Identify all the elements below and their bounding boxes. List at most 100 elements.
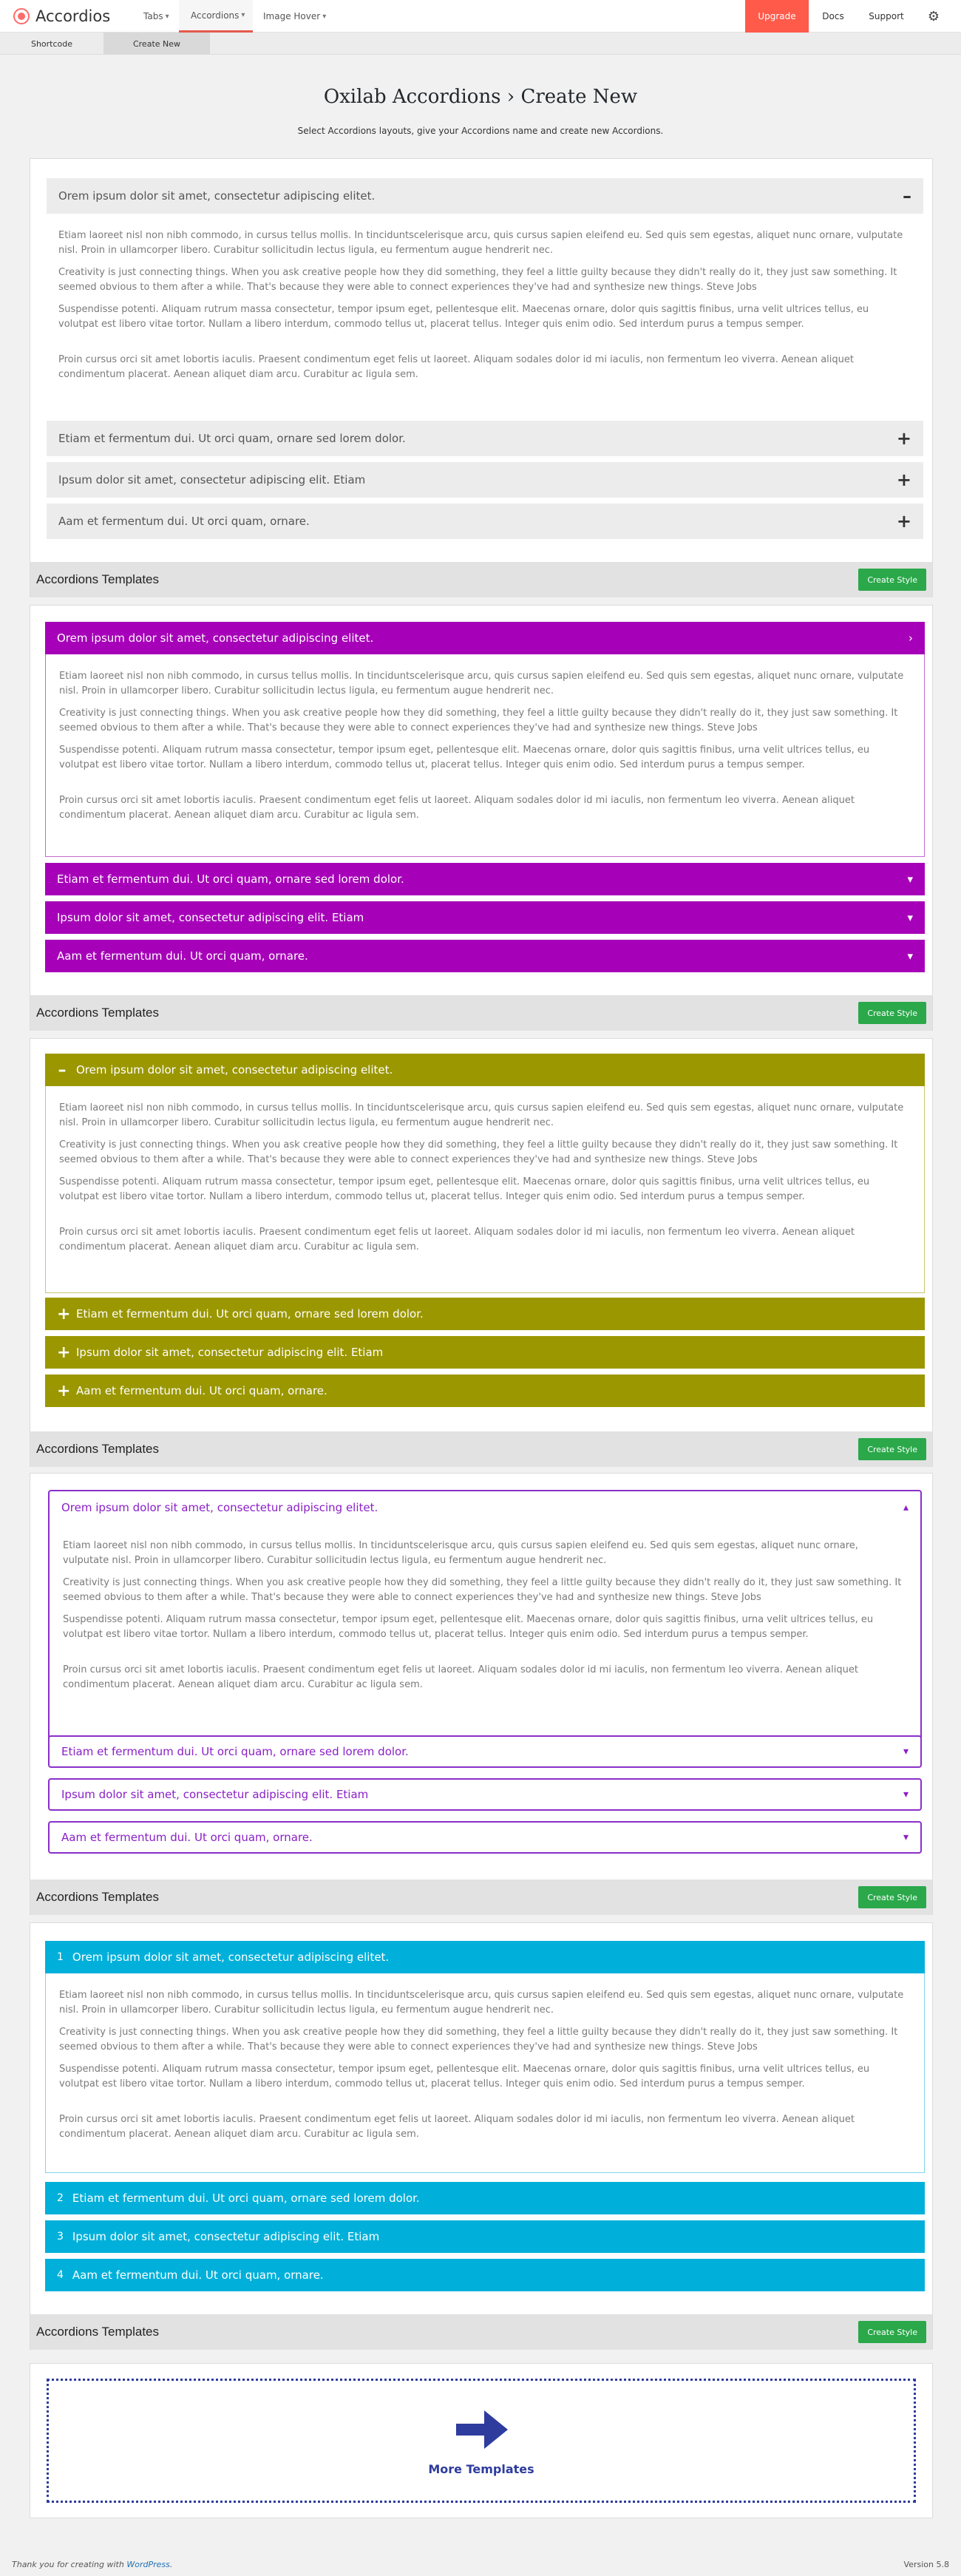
panel-paragraph: Creativity is just connecting things. Wh…	[59, 708, 898, 733]
accordion-header[interactable]: – Orem ipsum dolor sit amet, consectetur …	[45, 1054, 925, 1086]
create-style-button[interactable]: Create Style	[858, 1886, 926, 1908]
accordion-panel: Etiam laoreet nisl non nibh commodo, in …	[47, 214, 923, 399]
accordion-header[interactable]: + Ipsum dolor sit amet, consectetur adipi…	[45, 1336, 925, 1369]
accordion-item-open: Orem ipsum dolor sit amet, consectetur a…	[47, 178, 923, 399]
accordion-header[interactable]: Orem ipsum dolor sit amet, consectetur a…	[50, 1491, 920, 1524]
subnav-shortcode[interactable]: Shortcode	[0, 33, 103, 55]
panel-paragraph: Suspendisse potenti. Aliquam rutrum mass…	[63, 1614, 874, 1640]
nav-tab-label: Accordions	[191, 10, 240, 21]
accordion-header[interactable]: Aam et fermentum dui. Ut orci quam, orna…	[48, 1821, 922, 1854]
accordion-header[interactable]: 3 Ipsum dolor sit amet, consectetur adipi…	[45, 2220, 925, 2253]
accordion-title: Etiam et fermentum dui. Ut orci quam, or…	[72, 2192, 420, 2205]
docs-link[interactable]: Docs	[809, 0, 858, 33]
accordion-header[interactable]: Aam et fermentum dui. Ut orci quam, orna…	[47, 504, 923, 539]
top-bar: Accordios Tabs ▾ Accordions ▾ Image Hover ▾…	[0, 0, 961, 33]
template-bar: Accordions Templates Create Style	[30, 995, 932, 1031]
accordion-header[interactable]: Etiam et fermentum dui. Ut orci quam, or…	[47, 421, 923, 456]
accordion-title: Etiam et fermentum dui. Ut orci quam, or…	[61, 1745, 409, 1758]
accordion-item: + Aam et fermentum dui. Ut orci quam, orn…	[45, 1375, 925, 1407]
plus-icon: +	[896, 511, 911, 532]
nav-tab-image-hover[interactable]: Image Hover ▾	[253, 0, 334, 33]
accordion-item: Ipsum dolor sit amet, consectetur adipis…	[47, 462, 923, 498]
accordion-title: Ipsum dolor sit amet, consectetur adipis…	[76, 1346, 384, 1359]
nav-tab-accordions[interactable]: Accordions ▾	[179, 0, 253, 33]
item-number: 3	[57, 2231, 64, 2243]
accordion-title: Aam et fermentum dui. Ut orci quam, orna…	[76, 1384, 327, 1397]
panel-paragraph: Etiam laoreet nisl non nibh commodo, in …	[59, 1102, 904, 1128]
page-subtitle: Select Accordions layouts, give your Acc…	[297, 126, 664, 136]
accordion-item: + Ipsum dolor sit amet, consectetur adipi…	[45, 1336, 925, 1369]
accordion-item: Etiam et fermentum dui. Ut orci quam, or…	[47, 421, 923, 456]
accordion-item: 3 Ipsum dolor sit amet, consectetur adipi…	[45, 2220, 925, 2253]
template-bar: Accordions Templates Create Style	[30, 562, 932, 597]
arrow-right-icon	[456, 2410, 508, 2449]
template-card-5: 1 Orem ipsum dolor sit amet, consectetur …	[30, 1922, 933, 2350]
more-templates-card: More Templates	[30, 2363, 933, 2518]
accordion-title: Etiam et fermentum dui. Ut orci quam, or…	[58, 432, 406, 445]
panel-paragraph: Etiam laoreet nisl non nibh commodo, in …	[59, 1990, 904, 2016]
app-logo[interactable]: Accordios	[13, 0, 110, 33]
template-bar: Accordions Templates Create Style	[30, 1431, 932, 1467]
panel-paragraph: Etiam laoreet nisl non nibh commodo, in …	[58, 230, 903, 256]
accordion-header[interactable]: Ipsum dolor sit amet, consectetur adipis…	[48, 1778, 922, 1811]
accordion-panel: Etiam laoreet nisl non nibh commodo, in …	[50, 1524, 920, 1738]
template-card-3: – Orem ipsum dolor sit amet, consectetur …	[30, 1038, 933, 1467]
template-card-1: Orem ipsum dolor sit amet, consectetur a…	[30, 158, 933, 597]
more-templates-label: More Templates	[428, 2461, 534, 2476]
create-style-button[interactable]: Create Style	[858, 2321, 926, 2343]
accordion-header[interactable]: Ipsum dolor sit amet, consectetur adipis…	[47, 462, 923, 498]
create-style-button[interactable]: Create Style	[858, 1002, 926, 1024]
plus-icon: +	[57, 1343, 71, 1362]
wordpress-link[interactable]: WordPress	[126, 2560, 170, 2569]
chevron-down-icon: ▾	[903, 1789, 909, 1800]
panel-paragraph: Creativity is just connecting things. Wh…	[59, 2027, 898, 2053]
accordion-title: Aam et fermentum dui. Ut orci quam, orna…	[61, 1831, 313, 1844]
item-number: 1	[57, 1951, 64, 1963]
panel-paragraph: Proin cursus orci sit amet lobortis iacu…	[59, 1227, 855, 1253]
accordion-header[interactable]: + Etiam et fermentum dui. Ut orci quam, o…	[45, 1298, 925, 1330]
chevron-right-icon: ›	[909, 631, 913, 645]
accordion-header[interactable]: Etiam et fermentum dui. Ut orci quam, or…	[45, 863, 925, 895]
accordion-item: Ipsum dolor sit amet, consectetur adipis…	[48, 1778, 922, 1811]
accordion-header[interactable]: 4 Aam et fermentum dui. Ut orci quam, orn…	[45, 2259, 925, 2291]
plus-icon: +	[57, 1381, 71, 1400]
subnav-create-new[interactable]: Create New	[103, 33, 210, 55]
accordion-item: Ipsum dolor sit amet, consectetur adipis…	[45, 901, 925, 934]
nav-tab-label: Tabs	[143, 11, 163, 21]
minus-icon: –	[903, 186, 911, 206]
upgrade-button[interactable]: Upgrade	[745, 0, 809, 33]
accordion-title: Orem ipsum dolor sit amet, consectetur a…	[61, 1501, 378, 1514]
accordion-header[interactable]: Ipsum dolor sit amet, consectetur adipis…	[45, 901, 925, 934]
panel-paragraph: Suspendisse potenti. Aliquam rutrum mass…	[59, 2064, 870, 2089]
accordion-header[interactable]: Etiam et fermentum dui. Ut orci quam, or…	[48, 1735, 922, 1768]
create-style-button[interactable]: Create Style	[858, 1438, 926, 1460]
accordion-header[interactable]: Orem ipsum dolor sit amet, consectetur a…	[45, 622, 925, 654]
gear-icon[interactable]: ⚙	[915, 0, 952, 33]
create-style-button[interactable]: Create Style	[858, 569, 926, 591]
panel-paragraph: Proin cursus orci sit amet lobortis iacu…	[58, 354, 854, 380]
accordion-title: Orem ipsum dolor sit amet, consectetur a…	[57, 631, 374, 645]
accordion-panel: Etiam laoreet nisl non nibh commodo, in …	[45, 654, 925, 857]
panel-paragraph: Proin cursus orci sit amet lobortis iacu…	[59, 795, 855, 821]
panel-paragraph: Suspendisse potenti. Aliquam rutrum mass…	[59, 1176, 870, 1202]
accordion-item: 2 Etiam et fermentum dui. Ut orci quam, o…	[45, 2182, 925, 2214]
more-templates-button[interactable]: More Templates	[47, 2379, 916, 2503]
accordion-header[interactable]: 1 Orem ipsum dolor sit amet, consectetur …	[45, 1941, 925, 1973]
footer-text: Thank you for creating with	[12, 2560, 124, 2569]
panel-paragraph: Creativity is just connecting things. Wh…	[58, 267, 897, 293]
accordion-header[interactable]: 2 Etiam et fermentum dui. Ut orci quam, o…	[45, 2182, 925, 2214]
template-title: Accordions Templates	[36, 1006, 159, 1020]
panel-paragraph: Creativity is just connecting things. Wh…	[59, 1139, 898, 1165]
page-title: Oxilab Accordions › Create New	[323, 86, 638, 108]
template-card-2: Orem ipsum dolor sit amet, consectetur a…	[30, 605, 933, 1031]
support-link[interactable]: Support	[858, 0, 915, 33]
accordion-title: Ipsum dolor sit amet, consectetur adipis…	[61, 1788, 369, 1801]
accordion-header[interactable]: Aam et fermentum dui. Ut orci quam, orna…	[45, 940, 925, 972]
footer-credit: Thank you for creating with WordPress.	[12, 2560, 173, 2569]
accordion-title: Orem ipsum dolor sit amet, consectetur a…	[58, 189, 376, 203]
accordion-header[interactable]: + Aam et fermentum dui. Ut orci quam, orn…	[45, 1375, 925, 1407]
nav-tab-tabs[interactable]: Tabs ▾	[133, 0, 179, 33]
accordion-header[interactable]: Orem ipsum dolor sit amet, consectetur a…	[47, 178, 923, 214]
panel-paragraph: Proin cursus orci sit amet lobortis iacu…	[59, 2114, 855, 2140]
accordion-title: Ipsum dolor sit amet, consectetur adipis…	[58, 473, 366, 487]
